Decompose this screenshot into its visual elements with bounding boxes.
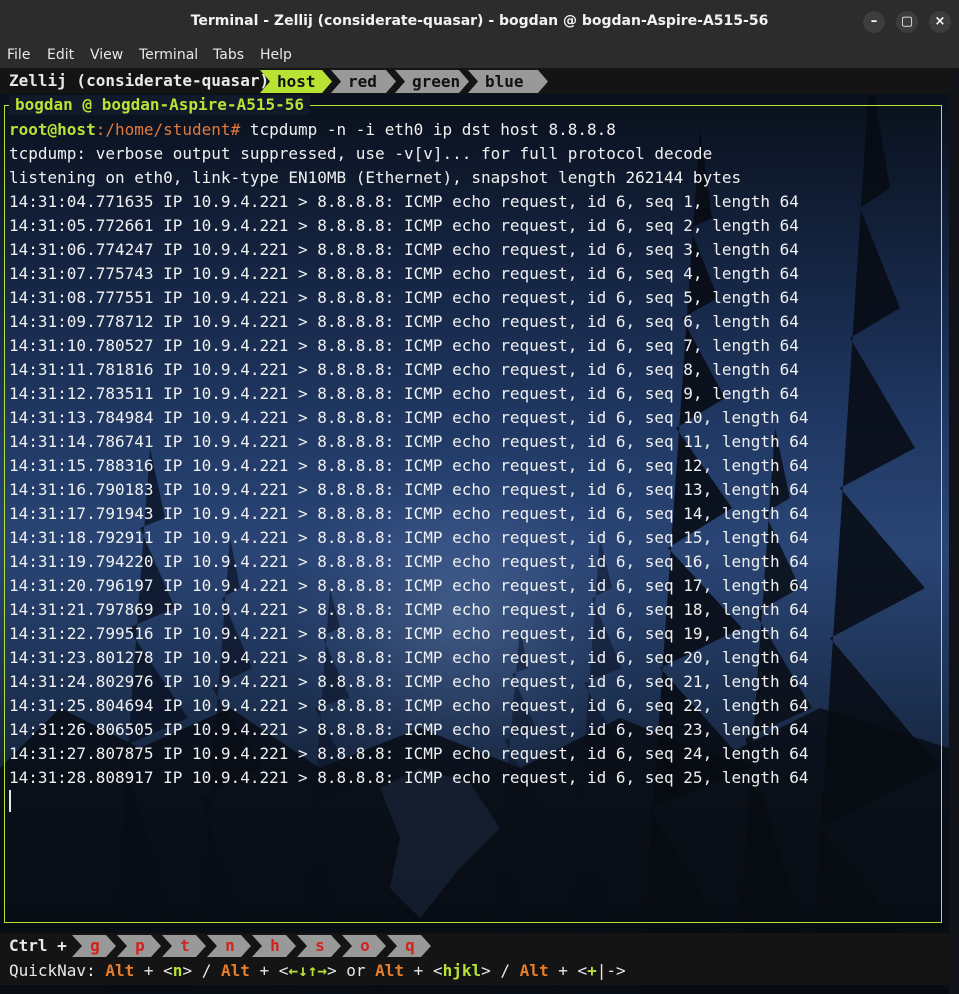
packet-line: 14:31:11.781816 IP 10.9.4.221 > 8.8.8.8:…	[9, 360, 799, 379]
key-s: s	[297, 935, 341, 957]
packet-line: 14:31:09.778712 IP 10.9.4.221 > 8.8.8.8:…	[9, 312, 799, 331]
packet-line: 14:31:25.804694 IP 10.9.4.221 > 8.8.8.8:…	[9, 696, 809, 715]
packet-line: 14:31:22.799516 IP 10.9.4.221 > 8.8.8.8:…	[9, 624, 809, 643]
packet-line: 14:31:13.784984 IP 10.9.4.221 > 8.8.8.8:…	[9, 408, 809, 427]
packet-line: 14:31:12.783511 IP 10.9.4.221 > 8.8.8.8:…	[9, 384, 799, 403]
menu-view[interactable]: View	[90, 47, 123, 63]
tab-red[interactable]: red	[331, 70, 396, 93]
close-button[interactable]: ×	[929, 11, 951, 33]
packet-line: 14:31:08.777551 IP 10.9.4.221 > 8.8.8.8:…	[9, 288, 799, 307]
command-text: tcpdump -n -i eth0 ip dst host 8.8.8.8	[240, 120, 616, 139]
title-bar[interactable]: Terminal - Zellij (considerate-quasar) -…	[0, 0, 959, 44]
maximize-button[interactable]: ▢	[896, 11, 918, 33]
menu-terminal[interactable]: Terminal	[139, 47, 198, 63]
key-g: g	[72, 935, 116, 957]
packet-line: 14:31:17.791943 IP 10.9.4.221 > 8.8.8.8:…	[9, 504, 809, 523]
tab-green[interactable]: green	[395, 70, 469, 93]
tab-host[interactable]: host	[260, 70, 332, 93]
packet-line: 14:31:06.774247 IP 10.9.4.221 > 8.8.8.8:…	[9, 240, 799, 259]
packet-line: 14:31:16.790183 IP 10.9.4.221 > 8.8.8.8:…	[9, 480, 809, 499]
menu-edit[interactable]: Edit	[47, 47, 74, 63]
menu-file[interactable]: File	[7, 47, 30, 63]
quicknav-hint: QuickNav: Alt + <n> / Alt + <←↓↑→> or Al…	[9, 961, 626, 980]
output-line: tcpdump: verbose output suppressed, use …	[9, 144, 713, 163]
packet-line: 14:31:07.775743 IP 10.9.4.221 > 8.8.8.8:…	[9, 264, 799, 283]
packet-line: 14:31:24.802976 IP 10.9.4.221 > 8.8.8.8:…	[9, 672, 809, 691]
zellij-tab-bar: Zellij (considerate-quasar) host red gre…	[0, 68, 949, 94]
prompt-path: :/home/student#	[95, 120, 241, 139]
packet-line: 14:31:23.801278 IP 10.9.4.221 > 8.8.8.8:…	[9, 648, 809, 667]
terminal-area[interactable]: Zellij (considerate-quasar) host red gre…	[0, 68, 949, 994]
packet-line: 14:31:15.788316 IP 10.9.4.221 > 8.8.8.8:…	[9, 456, 809, 475]
minimize-button[interactable]: –	[863, 11, 885, 33]
command-line: root@host:/home/student# tcpdump -n -i e…	[9, 118, 616, 142]
quicknav-bar: QuickNav: Alt + <n> / Alt + <←↓↑→> or Al…	[0, 959, 949, 985]
packet-line: 14:31:04.771635 IP 10.9.4.221 > 8.8.8.8:…	[9, 192, 799, 211]
packet-line: 14:31:26.806505 IP 10.9.4.221 > 8.8.8.8:…	[9, 720, 809, 739]
packet-line: 14:31:14.786741 IP 10.9.4.221 > 8.8.8.8:…	[9, 432, 809, 451]
packet-line: 14:31:28.808917 IP 10.9.4.221 > 8.8.8.8:…	[9, 768, 809, 787]
prompt-user: root@host	[9, 120, 96, 139]
keybinding-bar: Ctrl + g p t n h s o q	[0, 933, 949, 959]
packet-line: 14:31:18.792911 IP 10.9.4.221 > 8.8.8.8:…	[9, 528, 809, 547]
ctrl-label: Ctrl +	[9, 936, 67, 955]
tab-blue[interactable]: blue	[468, 70, 548, 93]
packet-line: 14:31:10.780527 IP 10.9.4.221 > 8.8.8.8:…	[9, 336, 799, 355]
packet-line: 14:31:27.807875 IP 10.9.4.221 > 8.8.8.8:…	[9, 744, 809, 763]
packet-line: 14:31:20.796197 IP 10.9.4.221 > 8.8.8.8:…	[9, 576, 809, 595]
terminal-window: Terminal - Zellij (considerate-quasar) -…	[0, 0, 959, 994]
key-o: o	[342, 935, 386, 957]
menu-bar: File Edit View Terminal Tabs Help	[0, 44, 959, 68]
text-cursor	[9, 790, 11, 812]
key-t: t	[162, 935, 206, 957]
menu-tabs[interactable]: Tabs	[213, 47, 244, 63]
window-title: Terminal - Zellij (considerate-quasar) -…	[190, 13, 769, 29]
pane-title: bogdan @ bogdan-Aspire-A515-56	[9, 95, 310, 115]
packet-line: 14:31:19.794220 IP 10.9.4.221 > 8.8.8.8:…	[9, 552, 809, 571]
session-name: Zellij (considerate-quasar)	[9, 71, 270, 90]
packet-line: 14:31:05.772661 IP 10.9.4.221 > 8.8.8.8:…	[9, 216, 799, 235]
menu-help[interactable]: Help	[260, 47, 292, 63]
key-q: q	[387, 935, 431, 957]
key-n: n	[207, 935, 251, 957]
packet-line: 14:31:21.797869 IP 10.9.4.221 > 8.8.8.8:…	[9, 600, 809, 619]
key-p: p	[117, 935, 161, 957]
key-h: h	[252, 935, 296, 957]
scrollbar[interactable]	[949, 68, 959, 994]
output-line: listening on eth0, link-type EN10MB (Eth…	[9, 168, 742, 187]
